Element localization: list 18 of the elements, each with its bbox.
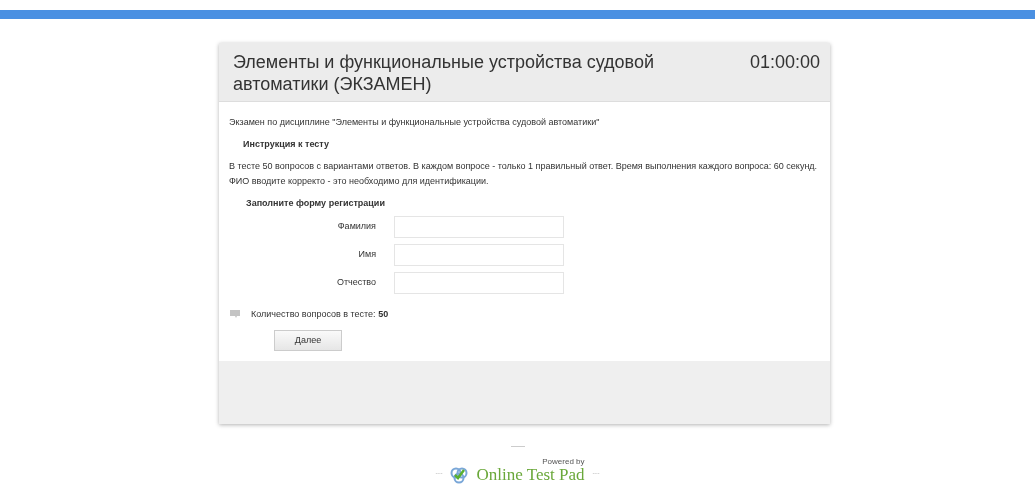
- logo-icon: [450, 466, 469, 484]
- question-count: Количество вопросов в тесте: 50: [251, 307, 389, 321]
- powered-by-text: Powered by: [542, 457, 585, 466]
- exam-description: Экзамен по дисциплине "Элементы и функциональные устройства судовой автоматики": [229, 116, 601, 129]
- text-field[interactable]: [394, 215, 564, 238]
- test-title: Элементы и функциональные устройства судовой автоматики (ЭКЗАМЕН): [233, 51, 655, 95]
- instruction-heading: Инструкция к тесту: [243, 137, 330, 151]
- brand-name: Online Test Pad: [476, 466, 585, 484]
- text-field[interactable]: [394, 271, 564, 294]
- instruction-text: В тесте 50 вопросов с вариантами ответов. В каждом вопросе - только 1 правильный ответ. Время выполнения каждого вопроса: 60 секунд. ФИО вводите корректо - это необходимо для идентификации.: [229, 160, 819, 188]
- field-label: Отчество: [335, 275, 376, 289]
- text-field[interactable]: [394, 243, 564, 266]
- form-heading: Заполните форму регистрации: [246, 197, 386, 210]
- field-label: Фамилия: [336, 219, 376, 233]
- field-label: Имя: [357, 247, 376, 261]
- next-button[interactable]: Далее: [274, 330, 342, 351]
- comment-icon: [229, 309, 241, 320]
- timer: 01:00:00: [749, 51, 820, 74]
